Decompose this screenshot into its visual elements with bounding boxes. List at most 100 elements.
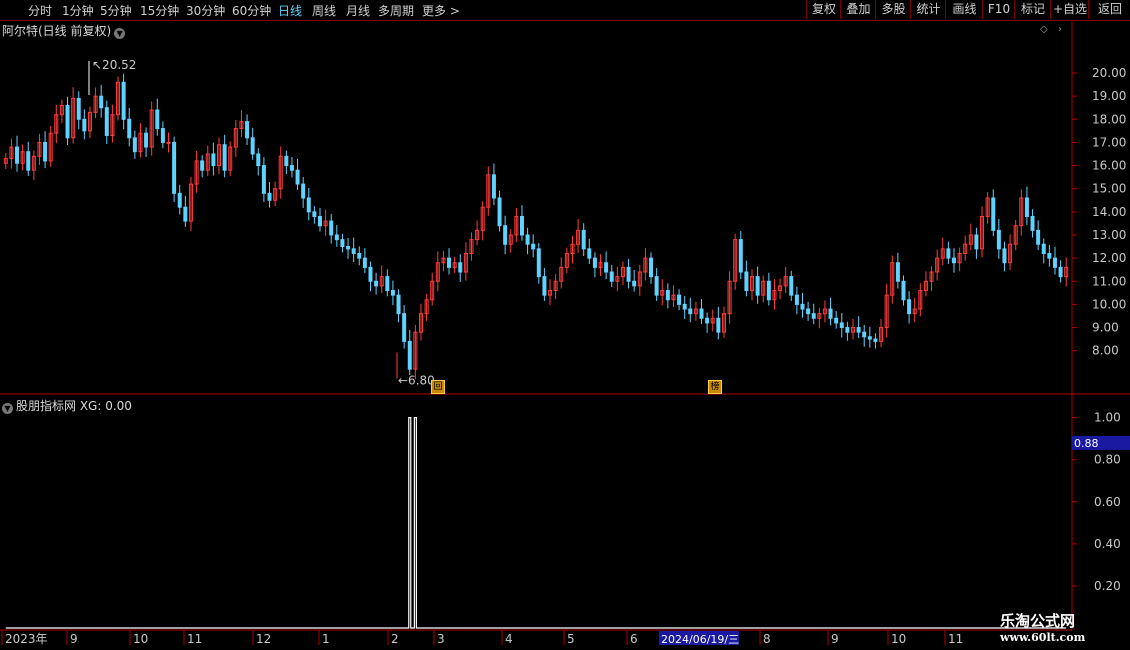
candle-body	[497, 197, 502, 227]
candle-body	[1036, 229, 1041, 245]
candle-body	[991, 197, 996, 231]
time-tick-label: 9	[70, 632, 78, 646]
stock-title: 阿尔特(日线 前复权) ▼	[2, 22, 126, 39]
candle-body	[542, 276, 547, 296]
candle-body	[155, 109, 160, 130]
xg-tick-label: 0.60	[1094, 495, 1121, 509]
candle-body	[738, 239, 743, 273]
candle-body	[289, 165, 294, 171]
candle-body	[166, 141, 171, 144]
candle-body	[177, 192, 182, 208]
candle-body	[789, 276, 794, 296]
candle-body	[800, 303, 805, 310]
time-tick-label: 6	[630, 632, 638, 646]
time-tick-label: 8	[763, 632, 771, 646]
price-tick-label: 10.00	[1092, 297, 1126, 311]
price-tick-label: 14.00	[1092, 205, 1126, 219]
candle-body	[1052, 257, 1057, 268]
candle-body	[862, 331, 867, 338]
candle-body	[531, 243, 536, 250]
candle-body	[901, 280, 906, 301]
candle-body	[581, 229, 586, 250]
candle-body	[132, 137, 137, 153]
candle-body	[951, 257, 956, 264]
hui-badge[interactable]: 回	[431, 380, 445, 394]
candle-body	[604, 262, 609, 273]
candle-body	[362, 257, 367, 268]
candle-body	[65, 104, 70, 139]
time-tick-label: 2023年	[5, 632, 48, 646]
candle-body	[744, 271, 749, 292]
candle-body	[390, 290, 395, 296]
chevron-right-icon[interactable]: ›	[1058, 24, 1062, 35]
xg-tick-label: 0.80	[1094, 453, 1121, 467]
diamond-icon[interactable]: ◇	[1040, 24, 1048, 35]
candle-body	[15, 146, 20, 164]
candle-body	[172, 141, 177, 194]
candle-body	[519, 215, 524, 236]
stock-title-text: 阿尔特(日线 前复权)	[2, 24, 112, 38]
price-tick-label: 20.00	[1092, 66, 1126, 80]
candle-body	[284, 155, 289, 167]
candle-body	[312, 211, 317, 217]
candle-body	[626, 266, 631, 282]
candle-body	[222, 144, 227, 171]
candle-body	[867, 336, 872, 340]
candle-body	[705, 317, 710, 324]
candle-body	[357, 252, 362, 259]
candle-body	[329, 220, 334, 236]
cursor-value: 0.88	[1074, 437, 1099, 450]
candle-body	[1047, 252, 1052, 259]
price-tick-label: 16.00	[1092, 159, 1126, 173]
candle-body	[261, 165, 266, 194]
candle-body	[677, 294, 682, 305]
candle-body	[609, 271, 614, 282]
price-tick-label: 11.00	[1092, 274, 1126, 288]
candle-body	[374, 280, 379, 287]
time-tick-label: 11	[948, 632, 963, 646]
candle-body	[351, 248, 356, 254]
candle-body	[503, 225, 508, 245]
time-tick-label: 10	[133, 632, 148, 646]
candle-body	[99, 95, 104, 109]
time-tick-label: 12	[256, 632, 271, 646]
candle-body	[587, 248, 592, 259]
candle-body	[267, 192, 272, 201]
candle-body	[996, 229, 1001, 250]
candle-body	[127, 118, 132, 139]
bang-badge[interactable]: 榜	[708, 380, 722, 394]
candle-body	[144, 132, 149, 148]
time-tick-label: 4	[505, 632, 513, 646]
candle-body	[491, 174, 496, 199]
candle-body	[688, 308, 693, 315]
candle-body	[974, 234, 979, 250]
high-price-label: ↖20.52	[92, 58, 136, 72]
price-tick-label: 9.00	[1092, 321, 1119, 335]
candle-body	[845, 327, 850, 333]
price-tick-label: 13.00	[1092, 228, 1126, 242]
watermark-title: 乐淘公式网	[1000, 612, 1076, 630]
candle-body	[183, 206, 188, 222]
candle-body	[317, 215, 322, 227]
candle-body	[43, 141, 48, 162]
xg-tick-label: 0.40	[1094, 537, 1121, 551]
time-tick-label: 5	[567, 632, 575, 646]
candle-body	[104, 107, 109, 136]
time-tick-label: 11	[187, 632, 202, 646]
time-tick-label: 10	[891, 632, 906, 646]
candle-body	[755, 276, 760, 296]
price-tick-label: 15.00	[1092, 182, 1126, 196]
candle-body	[407, 340, 412, 370]
candle-body	[26, 151, 31, 171]
chevron-down-icon[interactable]: ▼	[2, 403, 13, 414]
chevron-down-icon[interactable]: ▼	[114, 28, 126, 39]
candle-body	[1002, 248, 1007, 264]
candle-body	[340, 239, 345, 248]
indicator-title-text: 股朋指标网 XG: 0.00	[16, 399, 132, 413]
candle-body	[368, 266, 373, 282]
candle-body	[301, 183, 306, 199]
candle-body	[160, 128, 165, 143]
time-tick-label: 3	[437, 632, 445, 646]
time-tick-label: 2	[391, 632, 399, 646]
price-tick-label: 17.00	[1092, 135, 1126, 149]
